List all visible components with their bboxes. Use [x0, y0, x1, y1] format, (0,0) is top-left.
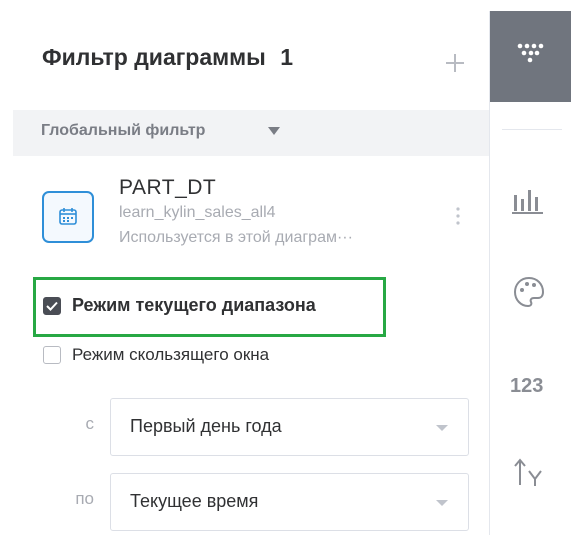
- from-label: с: [85, 414, 95, 433]
- filter-count: 1: [280, 44, 294, 70]
- panel-title-text: Фильтр диаграммы: [42, 44, 266, 70]
- chart-type-tool-button[interactable]: [490, 173, 571, 233]
- more-vertical-icon[interactable]: [454, 205, 462, 227]
- field-usage-note: Используется в этой диаграм···: [119, 229, 353, 246]
- from-select-value: Первый день года: [130, 416, 282, 436]
- caret-down-icon[interactable]: [267, 126, 281, 136]
- panel-title: Фильтр диаграммы 1: [42, 44, 293, 71]
- to-label: по: [75, 489, 94, 508]
- calendar-icon: [42, 191, 94, 243]
- global-filter-section[interactable]: Глобальный фильтр: [13, 110, 489, 156]
- chart-filter-panel: Фильтр диаграммы 1 Глобальный фильтр PAR…: [12, 11, 490, 535]
- plus-icon[interactable]: [440, 48, 470, 78]
- current-range-label: Режим текущего диапазона: [72, 295, 316, 315]
- from-select[interactable]: Первый день года: [110, 398, 469, 456]
- panel-header: Фильтр диаграммы 1: [12, 11, 489, 110]
- checkmark-icon: [46, 301, 58, 311]
- sort-y-axis-icon: [514, 458, 542, 486]
- current-range-checkbox[interactable]: [43, 296, 61, 315]
- current-range-mode-option[interactable]: Режим текущего диапазона: [43, 295, 316, 316]
- to-select-value: Текущее время: [130, 491, 259, 511]
- to-select[interactable]: Текущее время: [110, 473, 469, 531]
- filter-funnel-icon: [517, 43, 544, 63]
- field-table-name: learn_kylin_sales_all4: [119, 204, 276, 221]
- chevron-down-icon: [436, 500, 448, 506]
- chart-settings-toolbar: 123: [490, 11, 571, 535]
- field-name: PART_DT: [119, 176, 217, 199]
- section-label: Глобальный фильтр: [41, 122, 206, 139]
- palette-icon: [513, 276, 545, 308]
- filter-tool-button[interactable]: [490, 11, 571, 102]
- number-format-tool-button[interactable]: 123: [490, 357, 571, 417]
- sliding-window-checkbox[interactable]: [43, 346, 61, 364]
- style-tool-button[interactable]: [490, 263, 571, 323]
- sliding-window-label: Режим скользящего окна: [72, 345, 270, 364]
- sort-tool-button[interactable]: [490, 445, 571, 505]
- bar-chart-icon: [512, 190, 543, 214]
- sliding-window-mode-option[interactable]: Режим скользящего окна: [43, 345, 269, 365]
- toolbar-divider: [502, 129, 562, 130]
- chevron-down-icon: [436, 425, 448, 431]
- number-format-icon: 123: [510, 375, 544, 397]
- filter-field-card[interactable]: PART_DT learn_kylin_sales_all4 Используе…: [12, 161, 489, 271]
